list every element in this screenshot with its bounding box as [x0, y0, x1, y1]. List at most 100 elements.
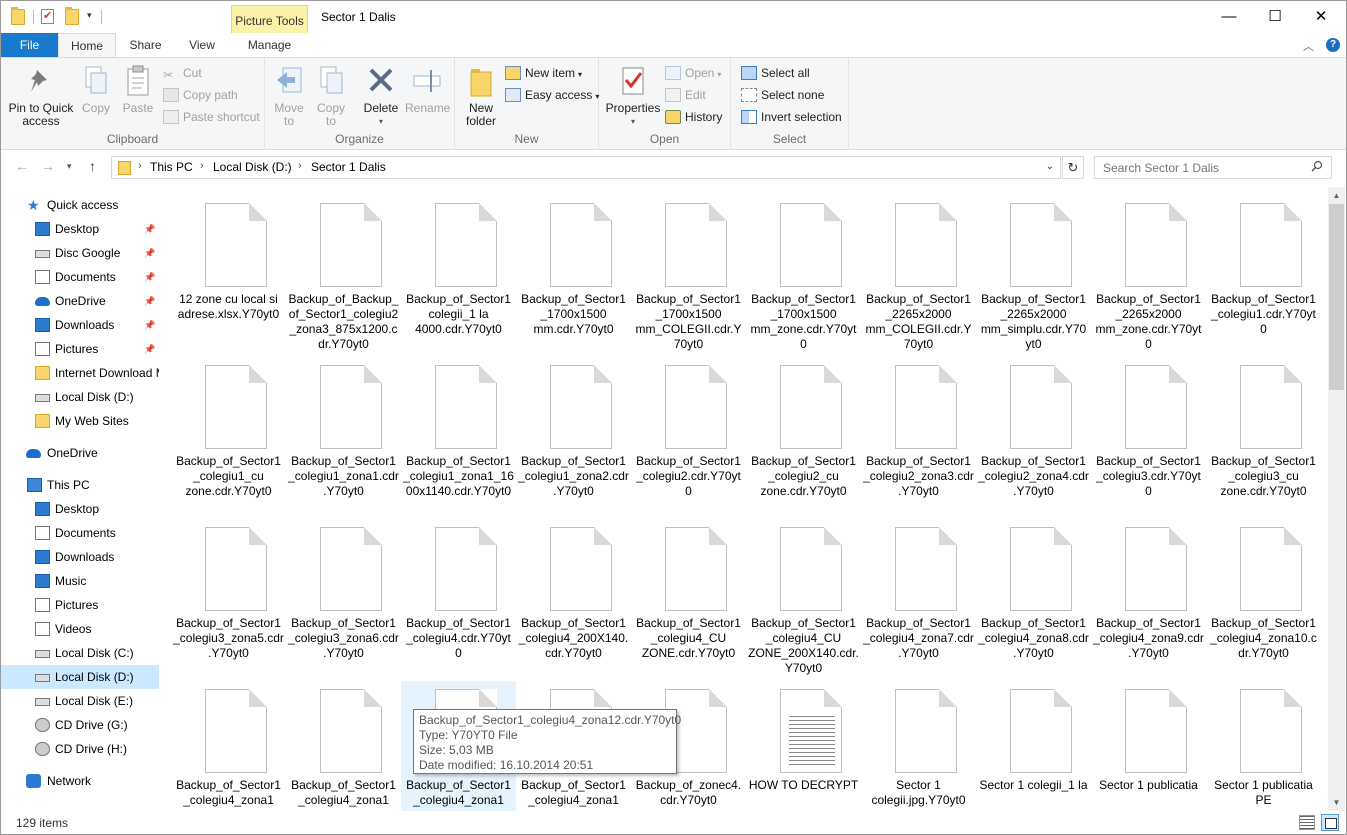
nav-pc-item[interactable]: Music [1, 569, 159, 593]
maximize-button[interactable]: ☐ [1252, 1, 1298, 33]
tab-manage[interactable]: Manage [231, 33, 308, 58]
nav-qa-item[interactable]: Local Disk (D:) [1, 385, 159, 409]
forward-arrow-icon[interactable]: → [41, 158, 55, 174]
new-folder-icon[interactable] [65, 7, 79, 25]
pin-icon[interactable]: 📌 [144, 313, 155, 337]
tab-share[interactable]: Share [123, 33, 168, 58]
delete-button[interactable]: Delete ▾ [361, 64, 401, 128]
properties-check-icon[interactable] [41, 9, 55, 25]
file-item[interactable]: Sector 1 publicatia PE [1206, 681, 1321, 811]
scroll-down-arrow-icon[interactable]: ▼ [1328, 794, 1345, 811]
file-item[interactable]: Backup_of_Sector1_colegiu3_zona5.cdr.Y70… [171, 519, 286, 681]
tab-view[interactable]: View [181, 33, 223, 58]
nav-pc-item[interactable]: Videos [1, 617, 159, 641]
nav-qa-item[interactable]: My Web Sites [1, 409, 159, 433]
nav-quick-access[interactable]: ★ Quick access [1, 193, 159, 217]
collapse-ribbon-chevron-icon[interactable]: ︿ [1303, 38, 1314, 54]
file-item[interactable]: Sector 1 colegii_1 la [976, 681, 1091, 811]
file-item[interactable]: Backup_of_Sector1_colegiu2.cdr.Y70yt0 [631, 357, 746, 519]
breadcrumb-local-disk-d[interactable]: Local Disk (D:) [213, 160, 292, 174]
paste-button[interactable]: Paste [119, 64, 157, 115]
pin-icon[interactable]: 📌 [144, 241, 155, 265]
tab-home[interactable]: Home [58, 33, 116, 58]
minimize-button[interactable]: — [1206, 1, 1252, 33]
file-item[interactable]: Backup_of_Sector1_colegiu4_zona1 [286, 681, 401, 811]
file-item[interactable]: Backup_of_Backup_of_Sector1_colegiu2_zon… [286, 195, 401, 357]
pin-icon[interactable]: 📌 [144, 337, 155, 361]
nav-qa-item[interactable]: OneDrive 📌 [1, 289, 159, 313]
invert-selection-button[interactable]: Invert selection [741, 108, 842, 126]
nav-qa-item[interactable]: Internet Download M [1, 361, 159, 385]
file-item[interactable]: Backup_of_Sector1 colegii_1 la 4000.cdr.… [401, 195, 516, 357]
nav-network[interactable]: Network [1, 769, 159, 793]
file-item[interactable]: Backup_of_Sector1_colegiu4_200X140.cdr.Y… [516, 519, 631, 681]
nav-pc-item[interactable]: Desktop [1, 497, 159, 521]
easy-access-button[interactable]: Easy access ▾ [505, 86, 599, 104]
address-bar[interactable]: › This PC › Local Disk (D:) › Sector 1 D… [111, 156, 1061, 179]
file-item[interactable]: Backup_of_Sector1_colegiu1_zona1_1600x11… [401, 357, 516, 519]
address-history-dropdown-icon[interactable]: ⌄ [1046, 161, 1054, 172]
nav-this-pc[interactable]: This PC [1, 473, 159, 497]
select-all-button[interactable]: Select all [741, 64, 810, 82]
details-view-icon[interactable] [1299, 815, 1315, 830]
move-to-button[interactable]: Move to [271, 64, 307, 128]
refresh-button[interactable]: ↻ [1062, 156, 1084, 179]
nav-pc-item[interactable]: Pictures [1, 593, 159, 617]
search-input[interactable] [1095, 157, 1305, 178]
tab-file[interactable]: File [1, 33, 58, 58]
open-button[interactable]: Open ▾ [665, 64, 721, 82]
nav-pc-item[interactable]: Documents [1, 521, 159, 545]
properties-button[interactable]: Properties ▾ [605, 64, 661, 128]
file-item[interactable]: Backup_of_Sector1_2265x2000 mm_simplu.cd… [976, 195, 1091, 357]
file-item[interactable]: Backup_of_Sector1_colegiu2_cu zone.cdr.Y… [746, 357, 861, 519]
nav-pc-item[interactable]: CD Drive (G:) [1, 713, 159, 737]
breadcrumb-sector-1-dalis[interactable]: Sector 1 Dalis [311, 160, 386, 174]
pin-icon[interactable]: 📌 [144, 265, 155, 289]
up-arrow-icon[interactable]: ↑ [89, 158, 96, 174]
file-item[interactable]: Backup_of_Sector1_colegiu4_zona1 [171, 681, 286, 811]
nav-pc-item[interactable]: Local Disk (C:) [1, 641, 159, 665]
nav-onedrive-root[interactable]: OneDrive [1, 441, 159, 465]
pin-to-quick-access-button[interactable]: Pin to Quick access [7, 64, 75, 128]
breadcrumb-separator-icon[interactable]: › [138, 160, 142, 172]
history-button[interactable]: History [665, 108, 722, 126]
scroll-up-arrow-icon[interactable]: ▲ [1328, 187, 1345, 204]
recent-locations-chevron-icon[interactable]: ▾ [67, 161, 72, 172]
breadcrumb-separator-icon[interactable]: › [298, 160, 302, 172]
pin-icon[interactable]: 📌 [144, 217, 155, 241]
nav-qa-item[interactable]: Disc Google 📌 [1, 241, 159, 265]
nav-qa-item[interactable]: Documents 📌 [1, 265, 159, 289]
file-item[interactable]: Backup_of_Sector1_colegiu3_cu zone.cdr.Y… [1206, 357, 1321, 519]
file-item[interactable]: Backup_of_Sector1_2265x2000 mm_zone.cdr.… [1091, 195, 1206, 357]
file-item[interactable]: Backup_of_Sector1_colegiu1_cu zone.cdr.Y… [171, 357, 286, 519]
file-item[interactable]: Backup_of_Sector1_colegiu4_zona7.cdr.Y70… [861, 519, 976, 681]
breadcrumb-separator-icon[interactable]: › [200, 160, 204, 172]
rename-button[interactable]: Rename [405, 64, 450, 115]
file-item[interactable]: Backup_of_Sector1_colegiu1.cdr.Y70yt0 [1206, 195, 1321, 357]
nav-pc-item[interactable]: Downloads [1, 545, 159, 569]
cut-button[interactable]: ✂ Cut [163, 64, 202, 82]
file-item[interactable]: Backup_of_Sector1_1700x1500 mm.cdr.Y70yt… [516, 195, 631, 357]
help-icon[interactable]: ? [1326, 38, 1340, 52]
nav-pc-item[interactable]: Local Disk (D:) [1, 665, 159, 689]
file-item[interactable]: Backup_of_Sector1_colegiu3.cdr.Y70yt0 [1091, 357, 1206, 519]
file-item[interactable]: Backup_of_Sector1_colegiu1_zona1.cdr.Y70… [286, 357, 401, 519]
new-item-button[interactable]: New item ▾ [505, 64, 582, 82]
file-item[interactable]: Backup_of_Sector1_colegiu4_zona10.cdr.Y7… [1206, 519, 1321, 681]
vertical-scrollbar[interactable]: ▲ ▼ [1328, 187, 1345, 811]
file-item[interactable]: Backup_of_Sector1_colegiu2_zona4.cdr.Y70… [976, 357, 1091, 519]
folder-icon[interactable] [11, 7, 25, 25]
file-item[interactable]: HOW TO DECRYPT [746, 681, 861, 811]
search-icon[interactable] [1311, 160, 1323, 172]
file-item[interactable]: Backup_of_Sector1_colegiu4_CU ZONE_200X1… [746, 519, 861, 681]
breadcrumb-this-pc[interactable]: This PC [150, 160, 193, 174]
scrollbar-thumb[interactable] [1329, 204, 1344, 390]
file-item[interactable]: Backup_of_Sector1_1700x1500 mm_zone.cdr.… [746, 195, 861, 357]
file-item[interactable]: Backup_of_Sector1_1700x1500 mm_COLEGII.c… [631, 195, 746, 357]
select-none-button[interactable]: Select none [741, 86, 824, 104]
copy-to-button[interactable]: Copy to [313, 64, 349, 128]
file-item[interactable]: Backup_of_Sector1_colegiu1_zona2.cdr.Y70… [516, 357, 631, 519]
nav-pc-item[interactable]: CD Drive (H:) [1, 737, 159, 761]
file-item[interactable]: Backup_of_Sector1_colegiu4.cdr.Y70yt0 [401, 519, 516, 681]
file-item[interactable]: Backup_of_Sector1_colegiu4_zona9.cdr.Y70… [1091, 519, 1206, 681]
